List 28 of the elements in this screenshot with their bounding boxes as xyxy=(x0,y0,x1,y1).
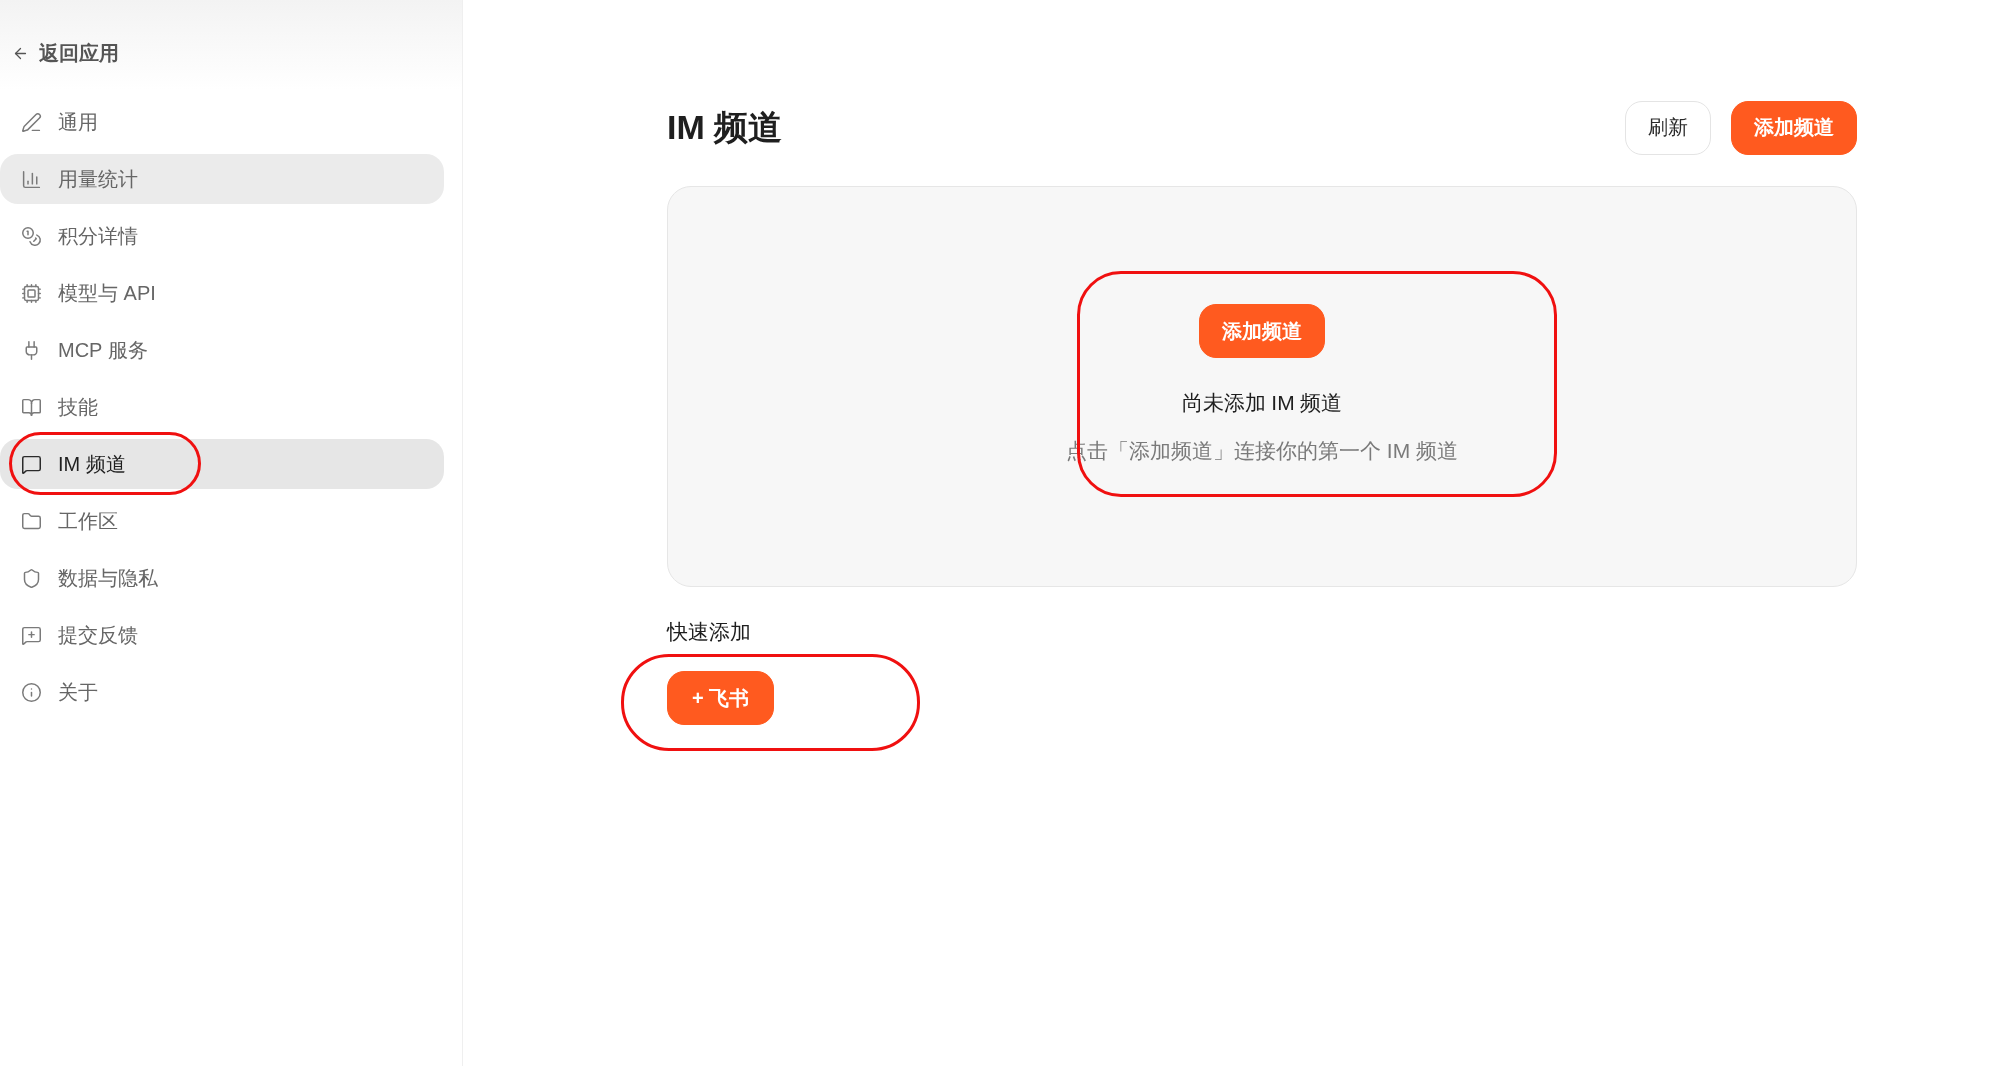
chat-bubble-icon xyxy=(21,453,42,475)
folder-icon xyxy=(21,510,42,532)
sidebar-item[interactable]: 关于 xyxy=(0,667,444,717)
book-icon xyxy=(21,396,42,418)
sidebar-item[interactable]: MCP 服务 xyxy=(0,325,444,375)
coins-icon xyxy=(21,225,42,247)
empty-state-title: 尚未添加 IM 频道 xyxy=(1181,390,1343,416)
chat-plus-icon xyxy=(21,624,42,646)
shield-icon xyxy=(21,567,42,589)
sidebar-item[interactable]: 通用 xyxy=(0,97,444,147)
back-link[interactable]: 返回应用 xyxy=(8,33,123,73)
add-channel-button[interactable]: 添加频道 xyxy=(1199,304,1325,358)
sidebar-item[interactable]: 模型与 API xyxy=(0,268,444,318)
info-icon xyxy=(21,681,42,703)
sidebar-item[interactable]: 用量统计 xyxy=(0,154,444,204)
sidebar-item[interactable]: 数据与隐私 xyxy=(0,553,444,603)
bar-chart-icon xyxy=(21,168,42,190)
add-channel-button[interactable]: 添加频道 xyxy=(1731,100,1857,155)
page-title: IM 频道 xyxy=(667,106,783,148)
chip-icon xyxy=(21,282,42,304)
sidebar-item[interactable]: 积分详情 xyxy=(0,211,444,261)
sidebar-item[interactable]: 提交反馈 xyxy=(0,610,444,660)
sidebar-item[interactable]: 工作区 xyxy=(0,496,444,546)
quick-add-button[interactable]: + 飞书 xyxy=(667,671,775,725)
section-title: 快速添加 xyxy=(667,619,751,645)
pen-icon xyxy=(21,111,42,133)
sidebar-item[interactable]: 技能 xyxy=(0,382,444,432)
refresh-button[interactable]: 刷新 xyxy=(1625,100,1711,155)
